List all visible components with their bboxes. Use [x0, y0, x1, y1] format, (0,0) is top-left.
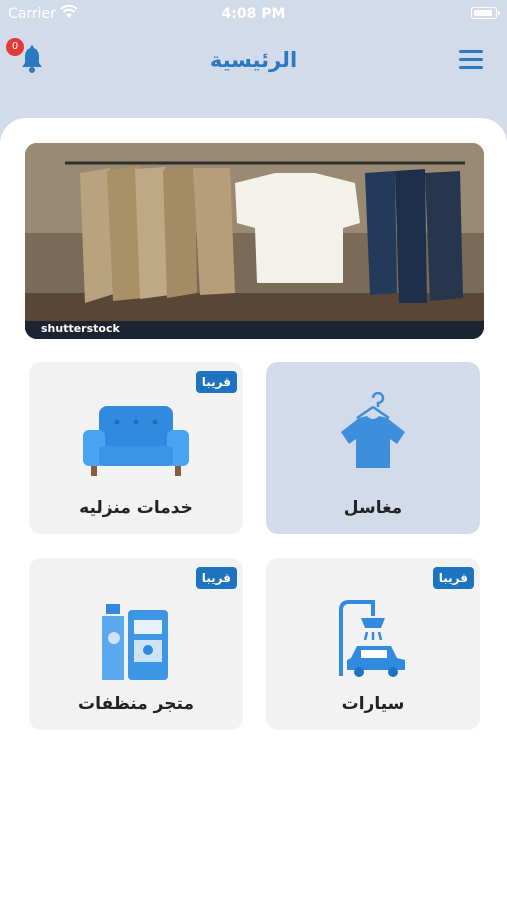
- detergent-store-card[interactable]: قريبا متجر منظفات: [29, 558, 243, 730]
- menu-icon[interactable]: [459, 50, 485, 70]
- page-title: الرئيسية: [209, 48, 298, 72]
- banner-watermark: shutterstock: [41, 322, 120, 335]
- coming-soon-badge: قريبا: [195, 371, 237, 393]
- card-label: سيارات: [341, 694, 405, 714]
- coming-soon-badge: قريبا: [432, 567, 474, 589]
- coming-soon-badge: قريبا: [195, 567, 237, 589]
- clothing-rack-image: [25, 143, 484, 339]
- shirt-hanger-icon: [341, 392, 405, 468]
- car-wash-icon: [339, 600, 405, 677]
- cars-card[interactable]: قريبا سيارات: [266, 558, 480, 730]
- card-label: مغاسل: [343, 498, 403, 518]
- home-services-card[interactable]: قريبا خدمات منزليه: [29, 362, 243, 534]
- status-bar: Carrier 4:08 PM: [0, 0, 507, 28]
- battery-icon: [471, 7, 500, 19]
- promo-banner[interactable]: shutterstock: [25, 143, 484, 339]
- laundry-card[interactable]: مغاسل: [266, 362, 480, 534]
- card-label: خدمات منزليه: [79, 498, 193, 518]
- sofa-icon: [83, 406, 189, 476]
- card-label: متجر منظفات: [78, 694, 194, 714]
- top-bar: 0 الرئيسية: [0, 28, 507, 98]
- clock: 4:08 PM: [221, 6, 286, 22]
- detergent-icon: [102, 604, 168, 680]
